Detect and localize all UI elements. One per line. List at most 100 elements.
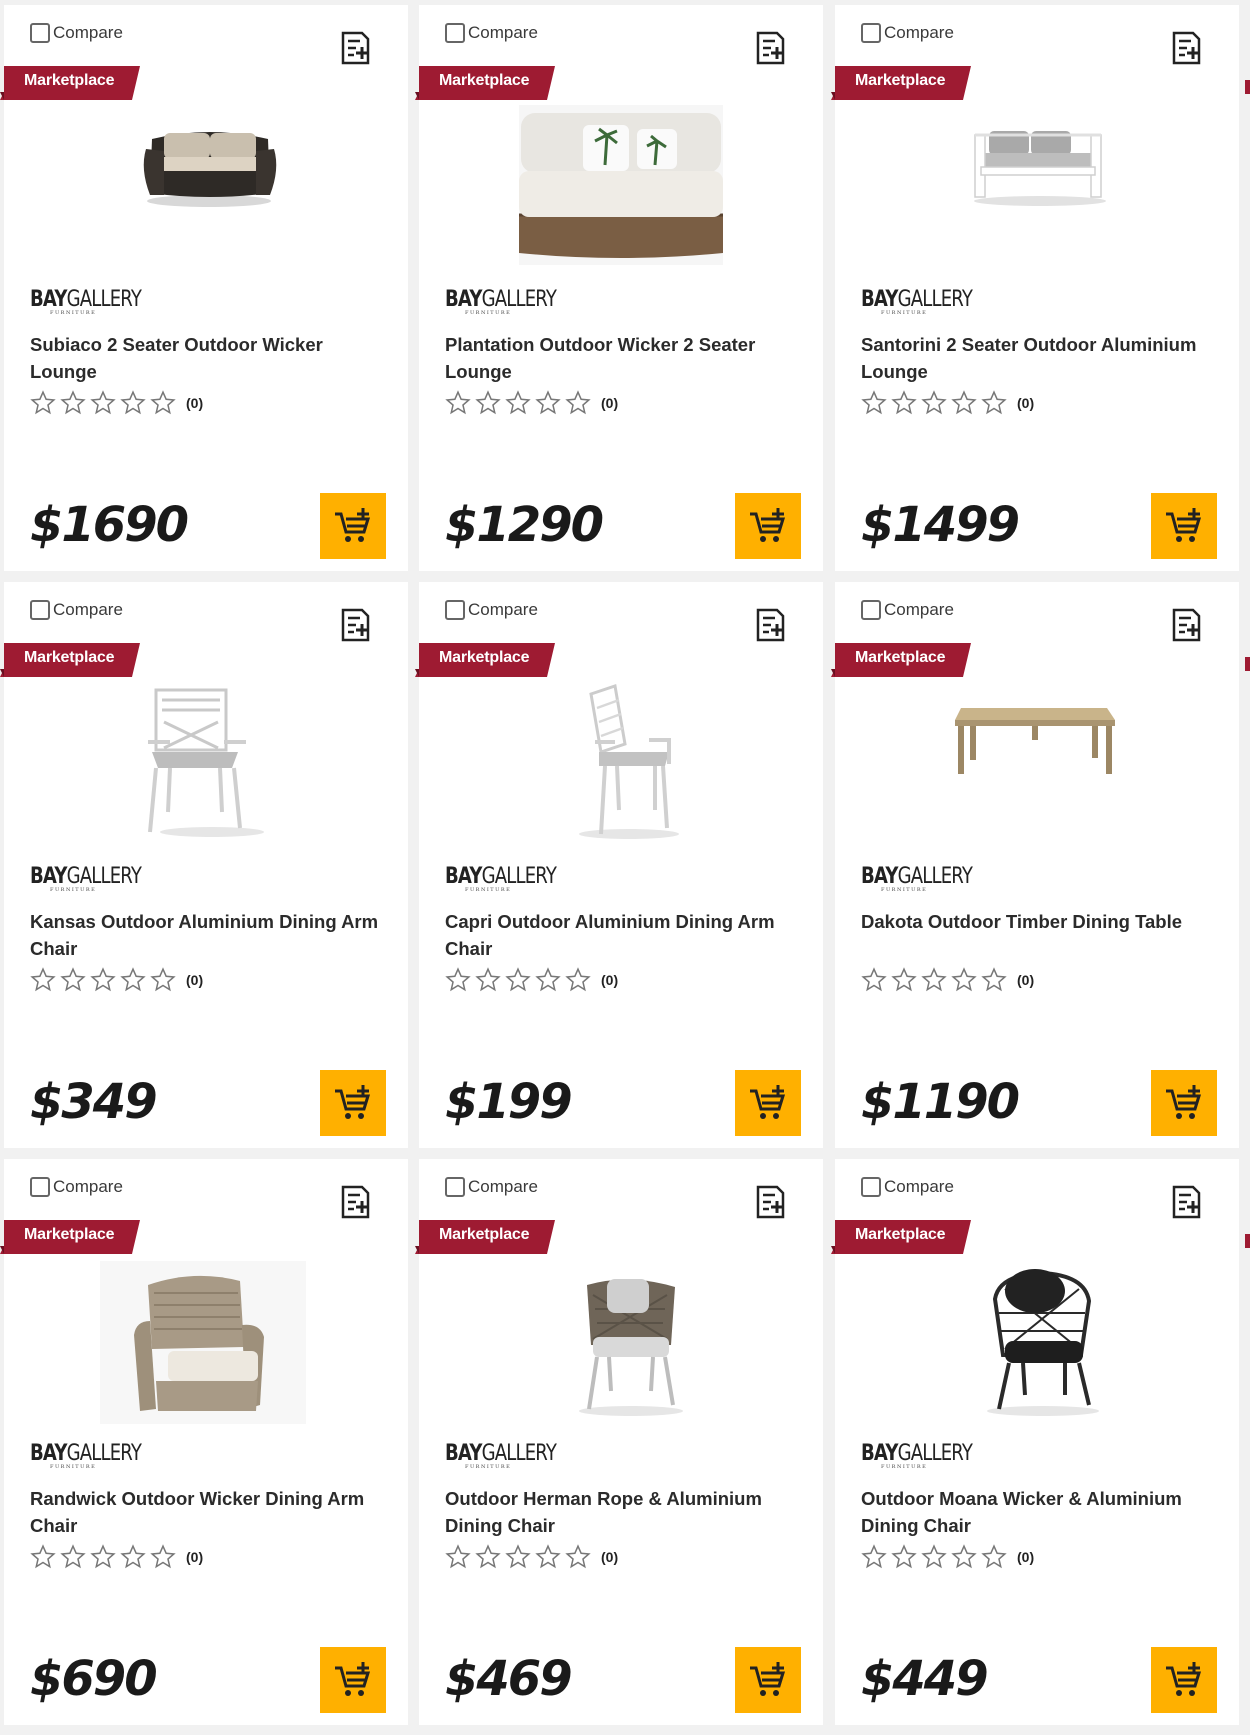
add-to-list-icon[interactable] (340, 1185, 372, 1219)
star-outline-icon (475, 390, 501, 415)
product-title[interactable]: Santorini 2 Seater Outdoor Aluminium Lou… (861, 331, 1221, 385)
compare-toggle[interactable]: Compare (861, 600, 954, 620)
add-to-cart-button[interactable] (1151, 1070, 1217, 1136)
badge-label: Marketplace (24, 649, 115, 666)
add-to-cart-icon (1166, 1085, 1202, 1119)
product-price: $1690 (30, 497, 189, 553)
add-to-cart-button[interactable] (1151, 1647, 1217, 1713)
review-count: (0) (601, 395, 619, 411)
star-rating: (0) (445, 1544, 618, 1570)
brand-logo: BAYGALLERY FURNITURE (861, 864, 973, 893)
product-image[interactable] (895, 105, 1185, 270)
star-outline-icon (505, 967, 531, 992)
product-card[interactable]: Compare Marketplace BAYGALLERY FURNITURE… (831, 582, 1239, 1148)
compare-toggle[interactable]: Compare (445, 23, 538, 43)
checkbox-icon[interactable] (30, 600, 50, 620)
checkbox-icon[interactable] (861, 23, 881, 43)
add-to-cart-button[interactable] (735, 493, 801, 559)
checkbox-icon[interactable] (861, 600, 881, 620)
add-to-cart-icon (1166, 508, 1202, 542)
add-to-list-icon[interactable] (1171, 1185, 1203, 1219)
star-outline-icon (475, 967, 501, 992)
product-image[interactable] (895, 1259, 1185, 1424)
add-to-cart-button[interactable] (735, 1070, 801, 1136)
compare-label: Compare (53, 1177, 123, 1196)
product-image[interactable] (895, 682, 1185, 847)
add-to-cart-button[interactable] (735, 1647, 801, 1713)
brand-logo: BAYGALLERY FURNITURE (861, 1441, 973, 1470)
product-title[interactable]: Outdoor Moana Wicker & Aluminium Dining … (861, 1485, 1221, 1539)
add-to-list-icon[interactable] (1171, 608, 1203, 642)
add-to-list-icon[interactable] (340, 31, 372, 65)
star-outline-icon (90, 967, 116, 992)
star-outline-icon (981, 1544, 1007, 1569)
brand-logo: BAYGALLERY FURNITURE (861, 287, 973, 316)
product-title[interactable]: Randwick Outdoor Wicker Dining Arm Chair (30, 1485, 390, 1539)
add-to-cart-icon (750, 508, 786, 542)
product-card[interactable]: Compare Marketplace BAYGALLERY FURNITURE… (831, 1159, 1239, 1725)
add-to-cart-button[interactable] (1151, 493, 1217, 559)
add-to-cart-button[interactable] (320, 1070, 386, 1136)
product-price: $349 (30, 1074, 158, 1130)
star-outline-icon (30, 967, 56, 992)
checkbox-icon[interactable] (30, 23, 50, 43)
brand-logo: BAYGALLERY FURNITURE (30, 287, 142, 316)
product-image[interactable] (64, 682, 354, 847)
star-outline-icon (951, 1544, 977, 1569)
product-image[interactable] (479, 1259, 769, 1424)
product-card[interactable]: Compare Marketplace BAYGALLERY FURNITURE… (0, 5, 408, 571)
compare-toggle[interactable]: Compare (445, 600, 538, 620)
compare-label: Compare (884, 600, 954, 619)
badge-label: Marketplace (439, 72, 530, 89)
product-title[interactable]: Outdoor Herman Rope & Aluminium Dining C… (445, 1485, 805, 1539)
star-outline-icon (505, 390, 531, 415)
star-rating: (0) (861, 1544, 1034, 1570)
add-to-list-icon[interactable] (755, 608, 787, 642)
product-title[interactable]: Capri Outdoor Aluminium Dining Arm Chair (445, 908, 805, 962)
product-card[interactable]: Compare Marketplace BAYGALLERY FURNITURE… (415, 1159, 823, 1725)
product-title[interactable]: Kansas Outdoor Aluminium Dining Arm Chai… (30, 908, 390, 962)
compare-toggle[interactable]: Compare (445, 1177, 538, 1197)
star-rating: (0) (861, 390, 1034, 416)
product-image[interactable] (64, 105, 354, 270)
compare-toggle[interactable]: Compare (861, 23, 954, 43)
checkbox-icon[interactable] (445, 23, 465, 43)
add-to-cart-button[interactable] (320, 1647, 386, 1713)
checkbox-icon[interactable] (30, 1177, 50, 1197)
star-outline-icon (861, 967, 887, 992)
product-card[interactable]: Compare Marketplace BAYGALLERY FURNITURE… (415, 582, 823, 1148)
product-image[interactable] (64, 1259, 354, 1424)
checkbox-icon[interactable] (861, 1177, 881, 1197)
badge-label: Marketplace (855, 1226, 946, 1243)
compare-toggle[interactable]: Compare (861, 1177, 954, 1197)
compare-toggle[interactable]: Compare (30, 1177, 123, 1197)
compare-toggle[interactable]: Compare (30, 23, 123, 43)
review-count: (0) (186, 1549, 204, 1565)
product-title[interactable]: Subiaco 2 Seater Outdoor Wicker Lounge (30, 331, 390, 385)
product-card[interactable]: Compare Marketplace BAYGALLERY FURNITURE… (0, 582, 408, 1148)
product-title[interactable]: Dakota Outdoor Timber Dining Table (861, 908, 1221, 935)
checkbox-icon[interactable] (445, 1177, 465, 1197)
add-to-cart-icon (750, 1085, 786, 1119)
product-card[interactable]: Compare Marketplace BAYGALLERY FURNITURE… (831, 5, 1239, 571)
star-outline-icon (951, 390, 977, 415)
product-image[interactable] (479, 105, 769, 270)
product-title[interactable]: Plantation Outdoor Wicker 2 Seater Loung… (445, 331, 805, 385)
star-rating: (0) (30, 967, 203, 993)
checkbox-icon[interactable] (445, 600, 465, 620)
brand-logo: BAYGALLERY FURNITURE (445, 1441, 557, 1470)
add-to-list-icon[interactable] (1171, 31, 1203, 65)
product-image[interactable] (479, 682, 769, 847)
product-card[interactable]: Compare Marketplace BAYGALLERY FURNITURE… (415, 5, 823, 571)
review-count: (0) (1017, 1549, 1035, 1565)
add-to-list-icon[interactable] (755, 31, 787, 65)
star-outline-icon (60, 1544, 86, 1569)
product-card[interactable]: Compare Marketplace BAYGALLERY FURNITURE… (0, 1159, 408, 1725)
compare-label: Compare (884, 23, 954, 42)
badge-label: Marketplace (855, 72, 946, 89)
add-to-cart-button[interactable] (320, 493, 386, 559)
product-price: $1290 (445, 497, 604, 553)
add-to-list-icon[interactable] (340, 608, 372, 642)
add-to-list-icon[interactable] (755, 1185, 787, 1219)
compare-toggle[interactable]: Compare (30, 600, 123, 620)
